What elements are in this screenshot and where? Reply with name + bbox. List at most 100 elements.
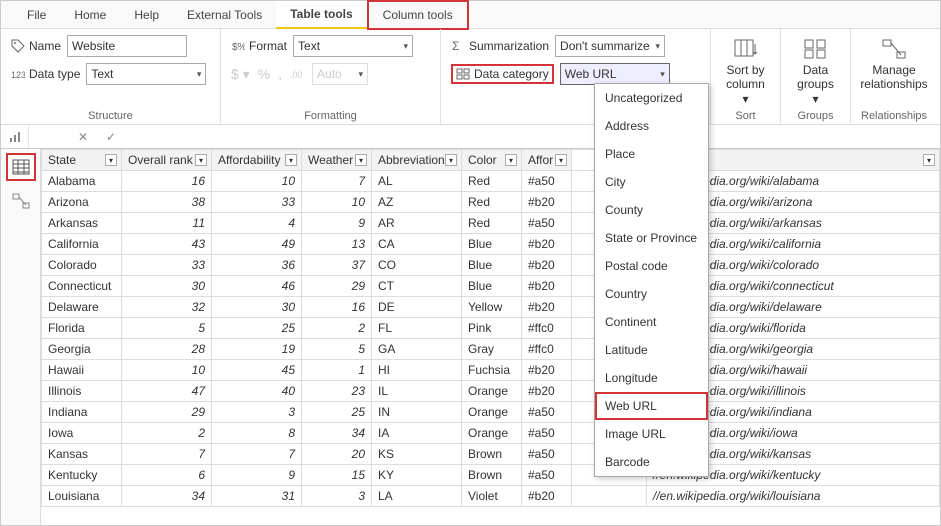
dropdown-item[interactable]: Postal code: [595, 252, 708, 280]
column-header[interactable]: Abbreviation▾: [372, 150, 462, 171]
cell-rank[interactable]: 32: [122, 297, 212, 318]
cell-rank[interactable]: 34: [122, 486, 212, 507]
data-view-button[interactable]: [6, 153, 36, 181]
cell-afc[interactable]: #b20: [522, 234, 572, 255]
table-row[interactable]: Georgia28195GAGray#ffc0//en.wikipedia.or…: [42, 339, 940, 360]
cell-color[interactable]: Blue: [462, 276, 522, 297]
cell-rank[interactable]: 16: [122, 171, 212, 192]
cell-afc[interactable]: #b20: [522, 192, 572, 213]
cell-color[interactable]: Blue: [462, 255, 522, 276]
column-header[interactable]: Weather▾: [302, 150, 372, 171]
filter-icon[interactable]: ▾: [555, 154, 567, 166]
cell-weather[interactable]: 37: [302, 255, 372, 276]
cell-color[interactable]: Fuchsia: [462, 360, 522, 381]
cell-weather[interactable]: 23: [302, 381, 372, 402]
cell-color[interactable]: Yellow: [462, 297, 522, 318]
dropdown-item[interactable]: County: [595, 196, 708, 224]
dropdown-item[interactable]: Web URL: [595, 392, 708, 420]
cell-color[interactable]: Orange: [462, 402, 522, 423]
cell-afc[interactable]: #a50: [522, 171, 572, 192]
cell-site[interactable]: //en.wikipedia.org/wiki/louisiana: [647, 486, 940, 507]
commit-icon[interactable]: ✓: [97, 125, 125, 148]
cell-abbr[interactable]: LA: [372, 486, 462, 507]
cell-afc[interactable]: #b20: [522, 276, 572, 297]
cell-color[interactable]: Violet: [462, 486, 522, 507]
cell-afc[interactable]: #a50: [522, 213, 572, 234]
filter-icon[interactable]: ▾: [505, 154, 517, 166]
table-row[interactable]: Arkansas1149ARRed#a50//en.wikipedia.org/…: [42, 213, 940, 234]
cell-rank[interactable]: 33: [122, 255, 212, 276]
cell-afford[interactable]: 33: [212, 192, 302, 213]
cell-state[interactable]: Florida: [42, 318, 122, 339]
cell-afford[interactable]: 46: [212, 276, 302, 297]
cell-abbr[interactable]: IA: [372, 423, 462, 444]
cell-afford[interactable]: 9: [212, 465, 302, 486]
cell-rank[interactable]: 47: [122, 381, 212, 402]
dropdown-item[interactable]: Uncategorized: [595, 84, 708, 112]
cell-state[interactable]: Georgia: [42, 339, 122, 360]
cell-state[interactable]: Connecticut: [42, 276, 122, 297]
cell-weather[interactable]: 20: [302, 444, 372, 465]
table-row[interactable]: California434913CABlue#b20//en.wikipedia…: [42, 234, 940, 255]
cell-afford[interactable]: 25: [212, 318, 302, 339]
cell-afc[interactable]: #ffc0: [522, 318, 572, 339]
cell-state[interactable]: Hawaii: [42, 360, 122, 381]
table-row[interactable]: Hawaii10451HIFuchsia#b20//en.wikipedia.o…: [42, 360, 940, 381]
cell-weather[interactable]: 16: [302, 297, 372, 318]
tab-help[interactable]: Help: [120, 2, 173, 28]
cell-state[interactable]: Illinois: [42, 381, 122, 402]
cell-rank[interactable]: 38: [122, 192, 212, 213]
cell-abbr[interactable]: CO: [372, 255, 462, 276]
cell-rank[interactable]: 2: [122, 423, 212, 444]
dropdown-item[interactable]: Longitude: [595, 364, 708, 392]
filter-icon[interactable]: ▾: [923, 154, 935, 166]
cell-afc[interactable]: #a50: [522, 465, 572, 486]
cell-color[interactable]: Orange: [462, 381, 522, 402]
cell-color[interactable]: Gray: [462, 339, 522, 360]
cell-weather[interactable]: 9: [302, 213, 372, 234]
cell-state[interactable]: Louisiana: [42, 486, 122, 507]
table-row[interactable]: Florida5252FLPink#ffc0//en.wikipedia.org…: [42, 318, 940, 339]
cell-afford[interactable]: 36: [212, 255, 302, 276]
cell-afc[interactable]: #ffc0: [522, 339, 572, 360]
model-view-button[interactable]: [6, 187, 36, 215]
cell-state[interactable]: Iowa: [42, 423, 122, 444]
filter-icon[interactable]: ▾: [445, 154, 457, 166]
format-combo[interactable]: Text▾: [293, 35, 413, 57]
table-row[interactable]: Connecticut304629CTBlue#b20//en.wikipedi…: [42, 276, 940, 297]
cell-rank[interactable]: 7: [122, 444, 212, 465]
cell-weather[interactable]: 34: [302, 423, 372, 444]
cell-afc[interactable]: #b20: [522, 381, 572, 402]
cell-abbr[interactable]: KY: [372, 465, 462, 486]
cell-abbr[interactable]: CT: [372, 276, 462, 297]
tab-file[interactable]: File: [13, 2, 60, 28]
cell-state[interactable]: Arkansas: [42, 213, 122, 234]
tab-home[interactable]: Home: [60, 2, 120, 28]
dropdown-item[interactable]: Barcode: [595, 448, 708, 476]
column-header[interactable]: Affordability▾: [212, 150, 302, 171]
cell-state[interactable]: California: [42, 234, 122, 255]
cell-color[interactable]: Brown: [462, 444, 522, 465]
sort-by-column-button[interactable]: Sort bycolumn ▾: [721, 35, 770, 108]
table-row[interactable]: Illinois474023ILOrange#b20//en.wikipedia…: [42, 381, 940, 402]
cell-afford[interactable]: 49: [212, 234, 302, 255]
cell-gap[interactable]: [572, 486, 647, 507]
cell-state[interactable]: Colorado: [42, 255, 122, 276]
cell-rank[interactable]: 6: [122, 465, 212, 486]
cell-rank[interactable]: 43: [122, 234, 212, 255]
cell-rank[interactable]: 30: [122, 276, 212, 297]
cell-weather[interactable]: 10: [302, 192, 372, 213]
table-row[interactable]: Delaware323016DEYellow#b20//en.wikipedia…: [42, 297, 940, 318]
table-row[interactable]: Alabama16107ALRed#a50//en.wikipedia.org/…: [42, 171, 940, 192]
cell-afc[interactable]: #b20: [522, 360, 572, 381]
cell-color[interactable]: Red: [462, 171, 522, 192]
cell-abbr[interactable]: AR: [372, 213, 462, 234]
tab-table-tools[interactable]: Table tools: [276, 1, 366, 29]
cell-abbr[interactable]: CA: [372, 234, 462, 255]
cell-state[interactable]: Kansas: [42, 444, 122, 465]
cell-afford[interactable]: 7: [212, 444, 302, 465]
cell-state[interactable]: Indiana: [42, 402, 122, 423]
cell-color[interactable]: Red: [462, 192, 522, 213]
filter-icon[interactable]: ▾: [355, 154, 367, 166]
cell-color[interactable]: Brown: [462, 465, 522, 486]
